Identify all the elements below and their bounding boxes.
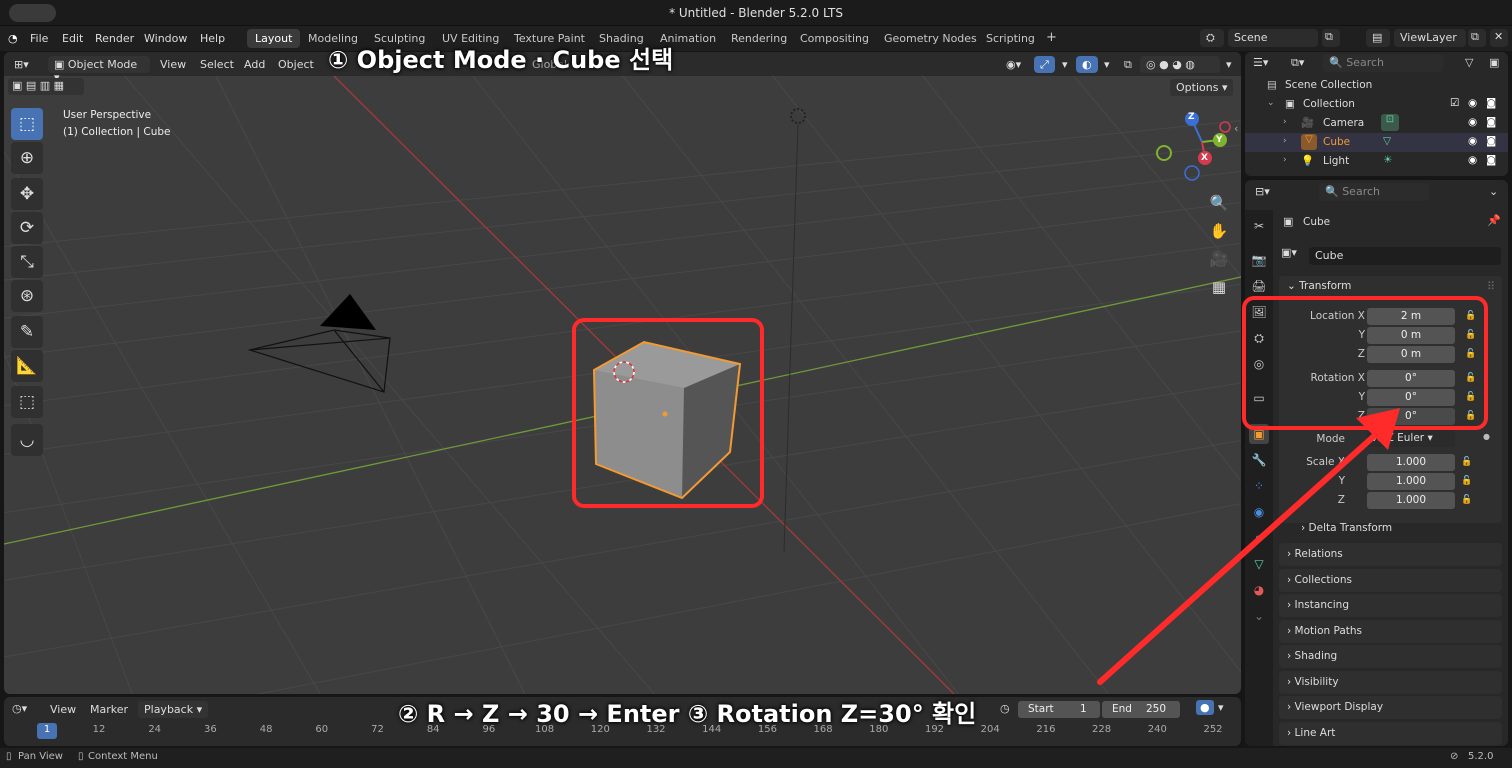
annotation-step-2-3: ② R → Z → 30 → Enter ③ Rotation Z=30° 확인 [398,700,977,728]
annotation-arrow [1097,408,1400,685]
annotation-step-1: ① Object Mode · Cube 선택 [328,46,674,74]
